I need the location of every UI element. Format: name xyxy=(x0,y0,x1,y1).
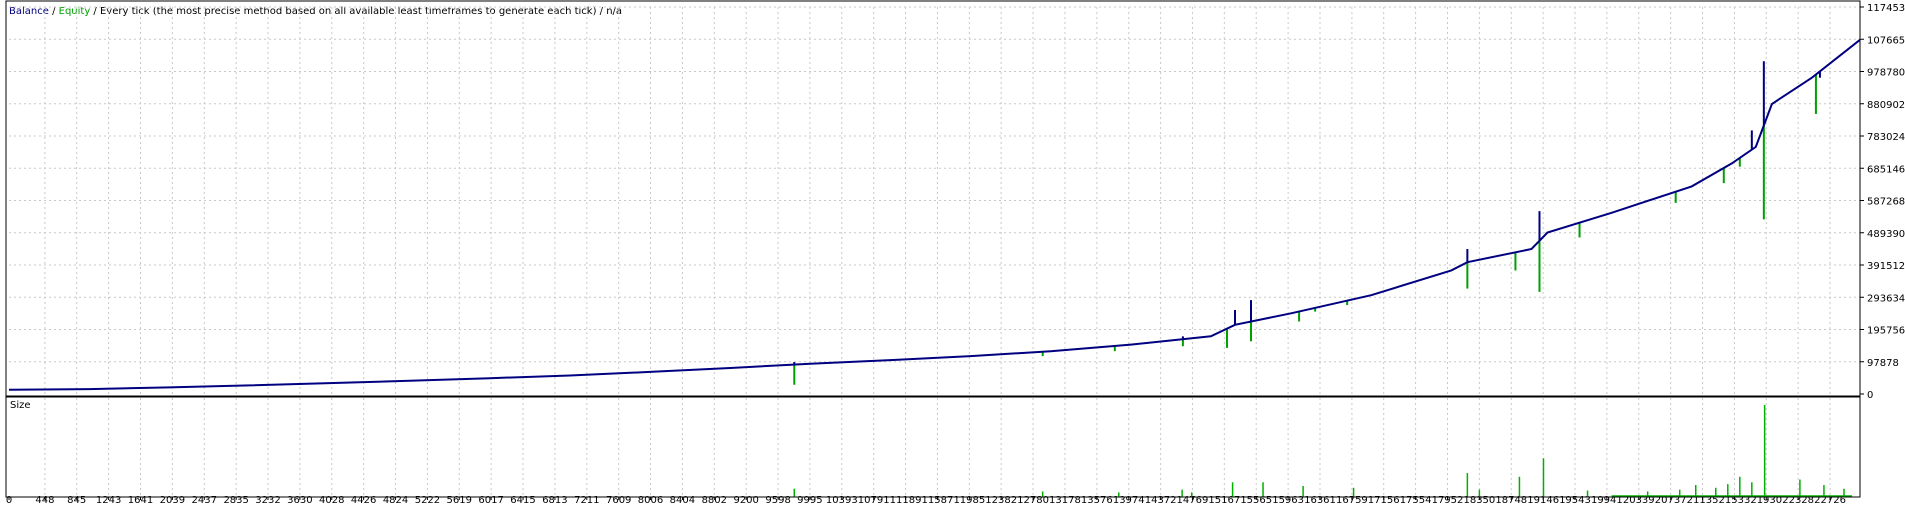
size-panel-label: Size xyxy=(10,400,31,411)
y-tick-label: 880902 xyxy=(1867,100,1905,111)
y-tick-label: 978780 xyxy=(1867,68,1905,79)
y-tick-label: 587268 xyxy=(1867,197,1905,208)
chart-canvas: Balance / Equity / Every tick (the most … xyxy=(0,0,1905,506)
y-tick-label: 685146 xyxy=(1867,164,1905,175)
y-tick-label: 783024 xyxy=(1867,132,1905,143)
backtest-chart: Balance / Equity / Every tick (the most … xyxy=(0,0,1905,506)
y-tick-label: 195756 xyxy=(1867,326,1905,337)
chart-header: Balance / Equity / Every tick (the most … xyxy=(9,6,622,17)
na-text: n/a xyxy=(606,6,622,17)
legend-sep: / xyxy=(596,6,606,17)
legend-sep: / xyxy=(90,6,100,17)
legend-equity: Equity xyxy=(59,6,91,17)
y-tick-label: 489390 xyxy=(1867,229,1905,240)
legend-sep: / xyxy=(49,6,59,17)
y-tick-label: 1076658 xyxy=(1867,35,1905,46)
y-tick-label: 0 xyxy=(1867,390,1873,401)
y-tick-label: 97878 xyxy=(1867,358,1899,369)
legend-balance: Balance xyxy=(9,6,49,17)
y-tick-label: 293634 xyxy=(1867,293,1905,304)
y-tick-label: 1174536 xyxy=(1867,3,1905,14)
test-mode-text: Every tick (the most precise method base… xyxy=(100,6,597,17)
y-tick-label: 391512 xyxy=(1867,261,1905,272)
